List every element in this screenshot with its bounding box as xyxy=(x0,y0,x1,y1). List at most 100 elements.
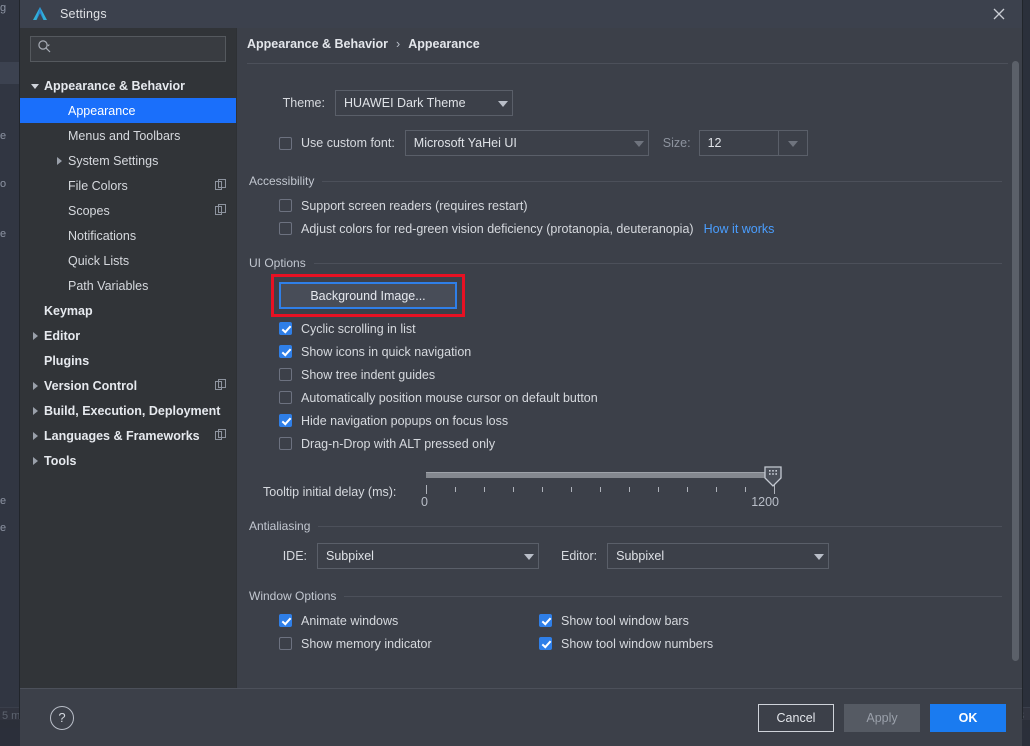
close-icon[interactable] xyxy=(976,0,1022,28)
automatically-position-mouse-cursor-on-d-checkbox[interactable] xyxy=(279,391,292,404)
ide-bg-fragment-6: e xyxy=(0,522,6,534)
custom-font-value: Microsoft YaHei UI xyxy=(414,136,517,150)
show-tree-indent-guides-checkbox[interactable] xyxy=(279,368,292,381)
cyclic-scrolling-in-list-label: Cyclic scrolling in list xyxy=(301,322,416,336)
show-tool-window-bars-row: Show tool window bars xyxy=(539,609,713,632)
font-size-label: Size: xyxy=(663,136,691,150)
dialog-body: Appearance & BehaviorAppearanceMenus and… xyxy=(20,28,1022,688)
copy-settings-icon[interactable] xyxy=(215,179,226,193)
search-box[interactable] xyxy=(30,36,226,62)
copy-settings-icon[interactable] xyxy=(215,379,226,393)
support-screen-readers-requires-restart-checkbox[interactable] xyxy=(279,199,292,212)
adjust-colors-for-red-green-vision-defic-label: Adjust colors for red-green vision defic… xyxy=(301,222,694,236)
copy-settings-icon[interactable] xyxy=(215,429,226,443)
tree-spacer xyxy=(30,305,42,317)
chevron-down-icon xyxy=(524,549,534,563)
sidebar-item-keymap[interactable]: Keymap xyxy=(20,298,236,323)
sidebar-item-label: Menus and Toolbars xyxy=(68,129,180,143)
automatically-position-mouse-cursor-on-d-row: Automatically position mouse cursor on d… xyxy=(279,386,1002,409)
hide-navigation-popups-on-focus-loss-label: Hide navigation popups on focus loss xyxy=(301,414,508,428)
font-size-value: 12 xyxy=(708,136,722,150)
sidebar-item-path-variables[interactable]: Path Variables xyxy=(20,273,236,298)
chevron-right-icon[interactable] xyxy=(30,405,42,417)
sidebar-item-menus-and-toolbars[interactable]: Menus and Toolbars xyxy=(20,123,236,148)
window-options-columns: Animate windowsShow memory indicator Sho… xyxy=(279,609,1002,655)
sidebar-item-appearance[interactable]: Appearance xyxy=(20,98,236,123)
sidebar-item-system-settings[interactable]: System Settings xyxy=(20,148,236,173)
content-scrollbar[interactable] xyxy=(1011,61,1020,681)
ide-antialiasing-label: IDE: xyxy=(263,549,307,563)
ide-right-edge xyxy=(1022,0,1030,728)
chevron-right-icon[interactable] xyxy=(30,330,42,342)
breadcrumb-parent[interactable]: Appearance & Behavior xyxy=(247,37,388,51)
group-divider xyxy=(314,263,1002,264)
apply-button[interactable]: Apply xyxy=(844,704,920,732)
sidebar-item-notifications[interactable]: Notifications xyxy=(20,223,236,248)
show-tool-window-numbers-checkbox[interactable] xyxy=(539,637,552,650)
slider-tick xyxy=(600,487,601,492)
chevron-right-icon[interactable] xyxy=(30,430,42,442)
sidebar-item-editor[interactable]: Editor xyxy=(20,323,236,348)
sidebar-item-languages-frameworks[interactable]: Languages & Frameworks xyxy=(20,423,236,448)
drag-n-drop-with-alt-pressed-only-checkbox[interactable] xyxy=(279,437,292,450)
sidebar-item-plugins[interactable]: Plugins xyxy=(20,348,236,373)
show-memory-indicator-checkbox[interactable] xyxy=(279,637,292,650)
search-wrap xyxy=(20,28,236,68)
slider-tick xyxy=(716,487,717,492)
tree-spacer xyxy=(54,255,66,267)
animate-windows-checkbox[interactable] xyxy=(279,614,292,627)
custom-font-select[interactable]: Microsoft YaHei UI xyxy=(405,130,649,156)
show-tool-window-bars-checkbox[interactable] xyxy=(539,614,552,627)
hide-navigation-popups-on-focus-loss-checkbox[interactable] xyxy=(279,414,292,427)
slider-tick xyxy=(571,487,572,492)
chevron-right-icon[interactable] xyxy=(54,155,66,167)
help-icon[interactable]: ? xyxy=(50,706,74,730)
ide-bg-fragment-1: g xyxy=(0,2,6,14)
how-it-works-link[interactable]: How it works xyxy=(704,222,775,236)
sidebar-item-scopes[interactable]: Scopes xyxy=(20,198,236,223)
sidebar-item-label: Scopes xyxy=(68,204,110,218)
slider-tick xyxy=(484,487,485,492)
slider-thumb[interactable] xyxy=(764,466,782,487)
chevron-right-icon[interactable] xyxy=(30,455,42,467)
show-icons-in-quick-navigation-row: Show icons in quick navigation xyxy=(279,340,1002,363)
sidebar-item-version-control[interactable]: Version Control xyxy=(20,373,236,398)
ui-options-title: UI Options xyxy=(249,256,306,270)
ide-antialiasing-select[interactable]: Subpixel xyxy=(317,543,539,569)
show-icons-in-quick-navigation-checkbox[interactable] xyxy=(279,345,292,358)
slider-track[interactable] xyxy=(426,472,774,478)
theme-select-value: HUAWEI Dark Theme xyxy=(344,96,466,110)
tree-spacer xyxy=(54,105,66,117)
font-size-input[interactable]: 12 xyxy=(699,130,779,156)
breadcrumb-separator: › xyxy=(396,37,400,51)
font-size-stepper[interactable] xyxy=(779,130,808,156)
sidebar-item-build-execution-deployment[interactable]: Build, Execution, Deployment xyxy=(20,398,236,423)
adjust-colors-for-red-green-vision-defic-checkbox[interactable] xyxy=(279,222,292,235)
automatically-position-mouse-cursor-on-d-label: Automatically position mouse cursor on d… xyxy=(301,391,598,405)
ide-bg-fragment-3: o xyxy=(0,178,6,190)
ui-options-group-header: UI Options xyxy=(249,256,1002,270)
editor-antialiasing-select[interactable]: Subpixel xyxy=(607,543,829,569)
show-memory-indicator-label: Show memory indicator xyxy=(301,637,432,651)
group-divider xyxy=(344,596,1002,597)
cyclic-scrolling-in-list-checkbox[interactable] xyxy=(279,322,292,335)
sidebar-item-quick-lists[interactable]: Quick Lists xyxy=(20,248,236,273)
search-input[interactable] xyxy=(52,41,219,57)
tree-spacer xyxy=(54,130,66,142)
chevron-down-icon[interactable] xyxy=(30,80,42,92)
copy-settings-icon[interactable] xyxy=(215,204,226,218)
sidebar-item-file-colors[interactable]: File Colors xyxy=(20,173,236,198)
slider-tick xyxy=(687,487,688,492)
theme-select[interactable]: HUAWEI Dark Theme xyxy=(335,90,513,116)
chevron-down-icon xyxy=(634,136,644,150)
use-custom-font-checkbox[interactable] xyxy=(279,137,292,150)
cancel-button[interactable]: Cancel xyxy=(758,704,834,732)
chevron-right-icon[interactable] xyxy=(30,380,42,392)
tree-spacer xyxy=(54,205,66,217)
sidebar-item-appearance-behavior[interactable]: Appearance & Behavior xyxy=(20,73,236,98)
drag-n-drop-with-alt-pressed-only-row: Drag-n-Drop with ALT pressed only xyxy=(279,432,1002,455)
content-scrollbar-thumb[interactable] xyxy=(1012,61,1019,661)
cyclic-scrolling-in-list-row: Cyclic scrolling in list xyxy=(279,317,1002,340)
sidebar-item-tools[interactable]: Tools xyxy=(20,448,236,473)
ok-button[interactable]: OK xyxy=(930,704,1006,732)
